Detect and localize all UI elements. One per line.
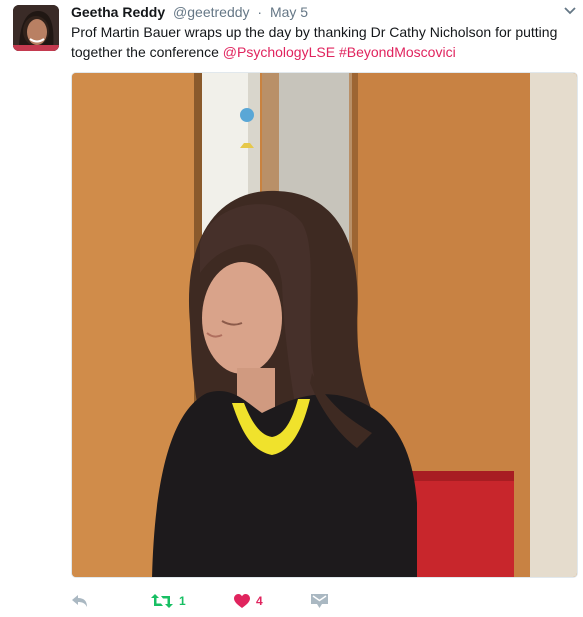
direct-message-button[interactable] [311,590,328,612]
tweet-media-photo[interactable] [71,72,578,578]
mention-psychologylse[interactable]: @PsychologyLSE [223,44,335,60]
tweet-text: Prof Martin Bauer wraps up the day by th… [71,22,571,62]
author-name[interactable]: Geetha Reddy [71,4,165,20]
avatar-image [13,5,59,51]
tweet-timestamp[interactable]: May 5 [270,4,308,20]
separator-dot: · [257,4,263,20]
caret-down-icon[interactable] [563,4,577,18]
like-count: 4 [256,594,263,608]
reply-icon [72,595,87,607]
reply-button[interactable] [71,590,89,612]
retweet-count: 1 [179,594,186,608]
direct-message-icon [311,594,328,608]
tweet-card[interactable]: Geetha Reddy @geetreddy · May 5 Prof Mar… [0,0,583,617]
photo-image [72,73,577,577]
hashtag-beyondmoscovici[interactable]: #BeyondMoscovici [339,44,456,60]
like-button[interactable]: 4 [234,590,263,612]
heart-icon [234,593,250,608]
avatar[interactable] [13,5,59,51]
author-handle[interactable]: @geetreddy [173,4,249,20]
retweet-icon [151,594,173,608]
tweet-actions: 1 4 [71,590,371,612]
tweet-header: Geetha Reddy @geetreddy · May 5 [71,3,308,21]
retweet-button[interactable]: 1 [151,590,186,612]
